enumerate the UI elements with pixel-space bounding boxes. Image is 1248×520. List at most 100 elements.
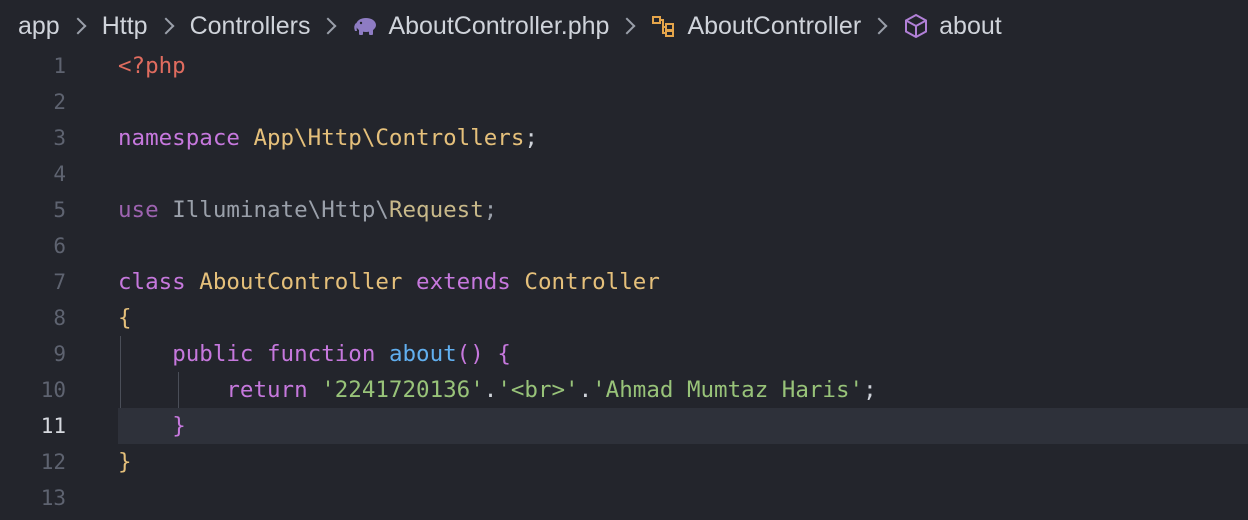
code-text: public function about() {: [118, 336, 511, 372]
code-line[interactable]: 9 public function about() {: [0, 336, 1248, 372]
keyword: use: [118, 197, 159, 223]
current-line-highlight: [118, 408, 1248, 444]
line-number: 1: [53, 54, 66, 78]
semicolon: ;: [483, 197, 498, 223]
code-line[interactable]: 1 <?php: [0, 48, 1248, 84]
chevron-right-icon: [157, 17, 175, 35]
code-line[interactable]: 6: [0, 228, 1248, 264]
parent-class-name: Controller: [524, 269, 660, 295]
breadcrumb-class[interactable]: AboutController: [651, 12, 861, 41]
open-brace: {: [497, 341, 511, 367]
line-number: 10: [40, 378, 66, 402]
code-text: }: [118, 408, 186, 444]
chevron-right-icon: [618, 17, 636, 35]
line-number: 4: [53, 162, 66, 186]
imported-class: Request: [388, 197, 484, 223]
line-number: 3: [53, 126, 66, 150]
code-text: <?php: [118, 48, 186, 84]
breadcrumb-label: AboutController.php: [388, 11, 610, 40]
class-name: AboutController: [199, 269, 403, 295]
code-line[interactable]: 3 namespace App\Http\Controllers;: [0, 120, 1248, 156]
line-number: 8: [53, 306, 66, 330]
code-line[interactable]: 5 use Illuminate\Http\Request;: [0, 192, 1248, 228]
code-text: class AboutController extends Controller: [118, 264, 660, 300]
line-number: 6: [53, 234, 66, 258]
breadcrumb-controllers[interactable]: Controllers: [190, 12, 311, 41]
string-literal: '<br>': [497, 377, 579, 403]
breadcrumb-label: AboutController: [687, 11, 862, 40]
parentheses: (): [456, 341, 484, 367]
line-number: 13: [40, 486, 66, 510]
breadcrumb-http[interactable]: Http: [102, 12, 148, 41]
code-line[interactable]: 10 return '2241720136'.'<br>'.'Ahmad Mum…: [0, 372, 1248, 408]
semicolon: ;: [524, 125, 538, 151]
keyword: return: [226, 377, 308, 403]
keyword: class: [118, 269, 186, 295]
code-line[interactable]: 12 }: [0, 444, 1248, 480]
close-brace: }: [172, 413, 186, 439]
php-open-tag: <?php: [118, 53, 186, 79]
code-editor[interactable]: 1 <?php 2 3 namespace App\Http\Controlle…: [0, 48, 1248, 520]
keyword: public: [172, 341, 254, 367]
breadcrumb-label: Http: [101, 11, 148, 40]
concat-operator: .: [578, 377, 593, 403]
breadcrumb-label: app: [18, 11, 60, 40]
code-line[interactable]: 13: [0, 480, 1248, 516]
class-icon: [651, 14, 677, 38]
close-brace: }: [118, 449, 132, 475]
namespace-separator: \: [307, 197, 322, 223]
breadcrumb-label: Controllers: [189, 11, 311, 40]
method-cube-icon: [903, 13, 929, 39]
code-line-active[interactable]: 11 }: [0, 408, 1248, 444]
code-text: namespace App\Http\Controllers;: [118, 120, 538, 156]
keyword: extends: [416, 269, 511, 295]
code-line[interactable]: 4: [0, 156, 1248, 192]
chevron-right-icon: [870, 17, 888, 35]
code-line[interactable]: 7 class AboutController extends Controll…: [0, 264, 1248, 300]
code-text: use Illuminate\Http\Request;: [118, 192, 497, 228]
code-text: }: [118, 444, 132, 480]
namespace-separator: \: [375, 197, 389, 223]
line-number: 12: [40, 450, 66, 474]
breadcrumb-file[interactable]: AboutController.php: [352, 12, 609, 41]
php-elephant-icon: [352, 16, 378, 36]
code-line[interactable]: 2: [0, 84, 1248, 120]
breadcrumb-method[interactable]: about: [903, 12, 1002, 41]
namespace-segment: Http: [321, 197, 376, 223]
keyword: namespace: [118, 125, 240, 151]
code-text: {: [118, 300, 132, 336]
line-number: 11: [40, 414, 66, 438]
code-text: return '2241720136'.'<br>'.'Ahmad Mumtaz…: [118, 372, 877, 408]
line-number: 2: [53, 90, 66, 114]
code-line[interactable]: 8 {: [0, 300, 1248, 336]
open-brace: {: [118, 305, 132, 331]
concat-operator: .: [483, 377, 498, 403]
breadcrumb-label: about: [939, 11, 1002, 40]
semicolon: ;: [863, 377, 877, 403]
namespace-path: App\Http\Controllers: [253, 125, 525, 151]
breadcrumb: app Http Controllers AboutController.php: [0, 0, 1248, 52]
line-number: 5: [53, 198, 66, 222]
chevron-right-icon: [319, 17, 337, 35]
function-name: about: [388, 341, 457, 367]
namespace-segment: Illuminate: [172, 197, 308, 223]
string-literal: '2241720136': [321, 377, 484, 403]
line-number: 7: [53, 270, 66, 294]
line-number: 9: [53, 342, 66, 366]
breadcrumb-app[interactable]: app: [18, 12, 60, 41]
keyword: function: [267, 341, 376, 367]
chevron-right-icon: [69, 17, 87, 35]
string-literal: 'Ahmad Mumtaz Haris': [592, 377, 864, 403]
